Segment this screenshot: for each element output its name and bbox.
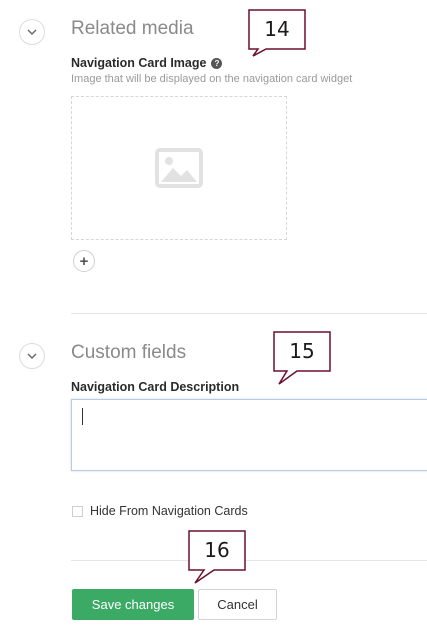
question-circle-icon[interactable]: ? bbox=[211, 58, 223, 70]
navigation-card-image-label-text: Navigation Card Image bbox=[71, 56, 207, 70]
callout-16-number: 16 bbox=[204, 538, 230, 562]
section-divider bbox=[71, 313, 427, 314]
callout-14: 14 bbox=[248, 9, 306, 57]
save-changes-button[interactable]: Save changes bbox=[72, 589, 194, 620]
related-media-collapse-button[interactable] bbox=[19, 19, 45, 45]
callout-15-number: 15 bbox=[289, 339, 315, 363]
custom-fields-title: Custom fields bbox=[71, 342, 187, 363]
add-image-button[interactable]: + bbox=[73, 250, 95, 272]
navigation-card-description-label: Navigation Card Description bbox=[71, 380, 240, 394]
callout-16: 16 bbox=[188, 530, 246, 584]
hide-from-navigation-cards-checkbox[interactable] bbox=[72, 506, 83, 517]
chevron-down-icon bbox=[27, 29, 37, 35]
image-drop-area[interactable] bbox=[71, 96, 287, 240]
plus-icon: + bbox=[79, 252, 89, 270]
navigation-card-description-input[interactable] bbox=[71, 399, 427, 471]
navigation-card-image-label: Navigation Card Image? bbox=[71, 56, 223, 70]
custom-fields-collapse-button[interactable] bbox=[19, 343, 45, 369]
callout-15: 15 bbox=[273, 331, 331, 385]
hide-from-navigation-cards-label[interactable]: Hide From Navigation Cards bbox=[90, 504, 248, 518]
image-placeholder-icon bbox=[155, 148, 203, 188]
text-caret bbox=[82, 408, 83, 425]
cancel-button[interactable]: Cancel bbox=[198, 589, 277, 620]
chevron-down-icon bbox=[27, 353, 37, 359]
navigation-card-image-help: Image that will be displayed on the navi… bbox=[71, 73, 353, 85]
related-media-title: Related media bbox=[71, 18, 194, 39]
callout-14-number: 14 bbox=[264, 17, 290, 41]
actions-divider bbox=[71, 560, 427, 561]
